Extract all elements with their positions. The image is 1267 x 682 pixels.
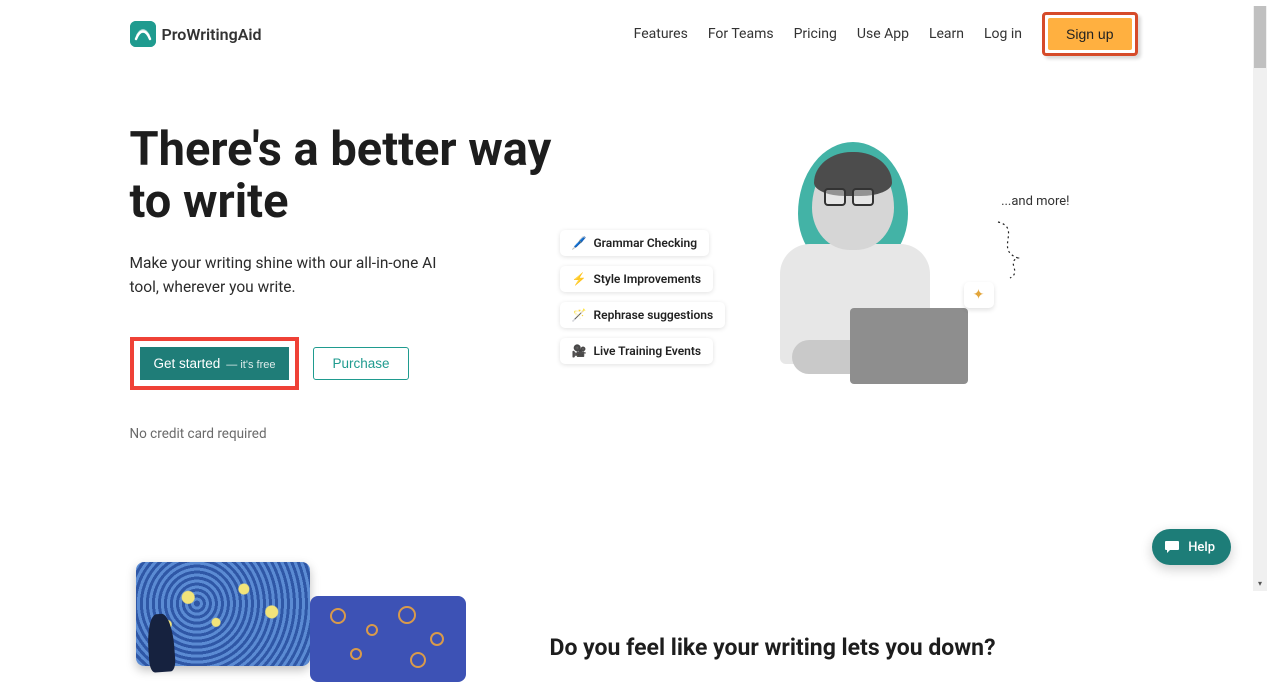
cta-row: Get started — it's free Purchase <box>130 337 560 390</box>
brand-name: ProWritingAid <box>162 25 262 44</box>
section-2-copy: Do you feel like your writing lets you d… <box>470 562 1138 661</box>
nav: Features For Teams Pricing Use App Learn… <box>634 12 1138 56</box>
pill-label: Live Training Events <box>594 344 702 358</box>
art-stack <box>130 562 470 682</box>
pill-label: Grammar Checking <box>594 236 698 250</box>
nav-pricing[interactable]: Pricing <box>794 26 837 42</box>
help-button[interactable]: Help <box>1152 529 1231 565</box>
pen-icon: 🖊️ <box>572 236 586 250</box>
pill-grammar-checking: 🖊️ Grammar Checking <box>560 230 710 256</box>
nav-for-teams[interactable]: For Teams <box>708 26 774 42</box>
brand[interactable]: ProWritingAid <box>130 21 262 47</box>
hero: There's a better way to write Make your … <box>130 122 1138 442</box>
scrollbar-thumb[interactable] <box>1254 6 1266 68</box>
get-started-hint: — it's free <box>226 359 275 371</box>
hero-subtitle: Make your writing shine with our all-in-… <box>130 251 470 299</box>
sparkle-icon: ✦ <box>964 282 994 308</box>
chat-icon <box>1164 540 1180 554</box>
and-more-text: ...and more! <box>1001 194 1069 209</box>
starry-night-image <box>136 562 310 666</box>
pill-rephrase-suggestions: 🪄 Rephrase suggestions <box>560 302 726 328</box>
get-started-button[interactable]: Get started — it's free <box>140 347 290 380</box>
get-started-label: Get started <box>154 356 221 371</box>
signup-highlight: Sign up <box>1042 12 1137 56</box>
pill-live-training: 🎥 Live Training Events <box>560 338 714 364</box>
hero-graphic: ✦ ...and more! 🖊️ Grammar Checking ⚡ Sty… <box>560 122 1138 442</box>
nav-features[interactable]: Features <box>634 26 688 42</box>
no-credit-card-note: No credit card required <box>130 426 560 442</box>
pill-label: Style Improvements <box>594 272 702 286</box>
vertical-scrollbar[interactable]: ▴ ▾ <box>1253 6 1267 591</box>
scroll-down-icon[interactable]: ▾ <box>1253 577 1267 591</box>
section-2-title: Do you feel like your writing lets you d… <box>550 634 1138 661</box>
camera-icon: 🎥 <box>572 344 586 358</box>
nav-learn[interactable]: Learn <box>929 26 964 42</box>
arrow-curly-icon <box>992 220 1034 280</box>
pill-label: Rephrase suggestions <box>594 308 714 322</box>
brand-logo-icon <box>130 21 156 47</box>
laptop-icon <box>850 308 968 384</box>
purchase-button[interactable]: Purchase <box>313 347 408 380</box>
glasses-icon <box>824 188 882 206</box>
person-illustration: ✦ ...and more! <box>710 144 990 388</box>
blue-swirl-card <box>310 596 466 682</box>
hero-left: There's a better way to write Make your … <box>130 122 560 442</box>
decor-blue-blob <box>1050 222 1150 322</box>
get-started-highlight: Get started — it's free <box>130 337 300 390</box>
signup-button[interactable]: Sign up <box>1048 18 1131 50</box>
section-2: Do you feel like your writing lets you d… <box>130 562 1138 682</box>
lightning-icon: ⚡ <box>572 272 586 286</box>
pill-style-improvements: ⚡ Style Improvements <box>560 266 714 292</box>
nav-use-app[interactable]: Use App <box>857 26 909 42</box>
help-label: Help <box>1188 540 1215 555</box>
wand-icon: 🪄 <box>572 308 586 322</box>
hero-title: There's a better way to write <box>130 124 560 227</box>
nav-log-in[interactable]: Log in <box>984 26 1022 42</box>
feature-pills: 🖊️ Grammar Checking ⚡ Style Improvements… <box>560 230 726 364</box>
header: ProWritingAid Features For Teams Pricing… <box>130 6 1138 62</box>
